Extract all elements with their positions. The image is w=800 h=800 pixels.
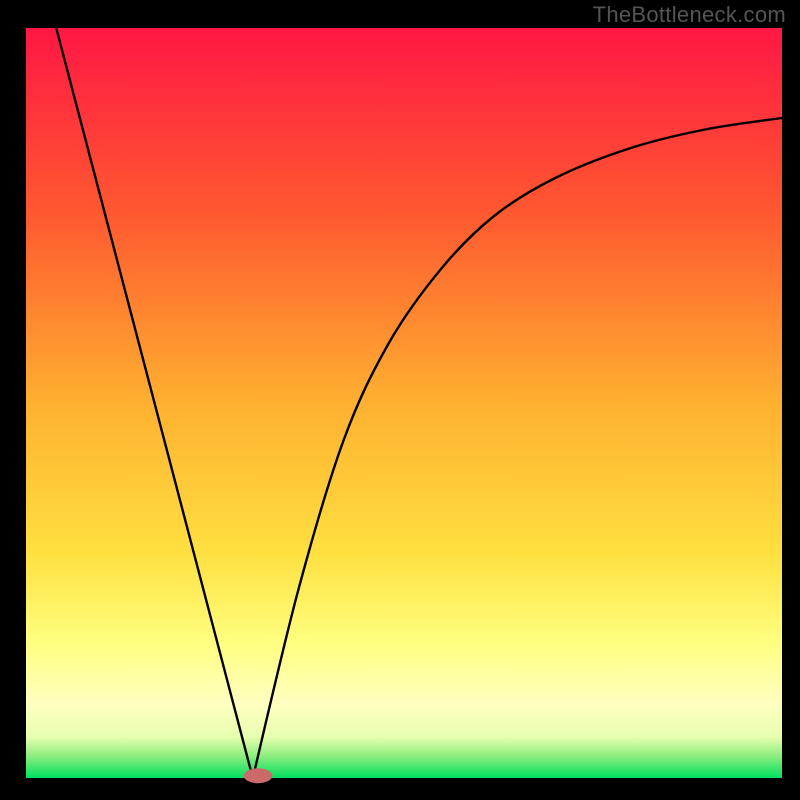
plot-background (26, 28, 782, 778)
min-marker (244, 768, 273, 783)
watermark-text: TheBottleneck.com (593, 2, 786, 28)
bottleneck-chart (0, 0, 800, 800)
chart-frame: TheBottleneck.com (0, 0, 800, 800)
